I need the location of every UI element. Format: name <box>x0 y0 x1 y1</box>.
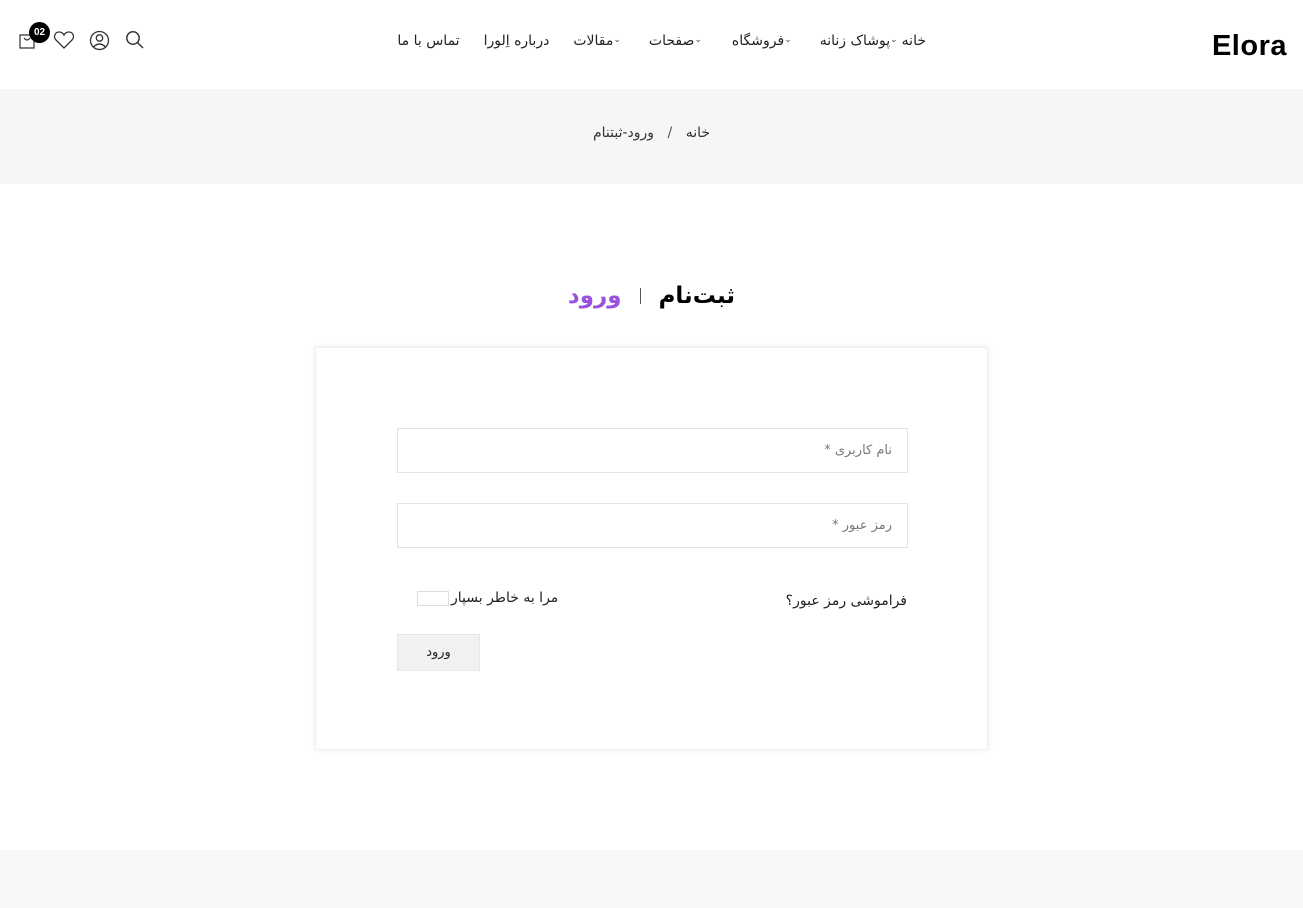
heart-icon <box>53 30 75 54</box>
forgot-password-link[interactable]: فراموشی رمز عبور؟ <box>786 593 907 609</box>
password-input[interactable] <box>398 504 907 547</box>
breadcrumb-home-link[interactable]: خانه <box>686 125 710 141</box>
breadcrumb: خانه / ورود-ثبتنام <box>0 125 1303 141</box>
nav-item-label: درباره اِلورا <box>483 33 550 49</box>
tab-register[interactable]: ثبت‌نام <box>641 281 754 311</box>
remember-me-checkbox[interactable] <box>417 590 449 606</box>
nav-item-about[interactable]: درباره اِلورا <box>484 30 550 52</box>
login-card: فراموشی رمز عبور؟ مرا به خاطر بسپار ورود <box>315 347 988 750</box>
nav-item-home[interactable]: خانه <box>902 30 926 52</box>
nav-item-articles[interactable]: مقالات ⌄ <box>573 30 625 52</box>
breadcrumb-separator: / <box>667 125 673 141</box>
breadcrumb-current: ورود-ثبتنام <box>592 125 655 141</box>
site-logo[interactable]: Elora <box>1212 30 1287 63</box>
nav-item-womens-clothing[interactable]: پوشاک زنانه ⌄ <box>820 30 902 52</box>
user-icon <box>89 30 110 55</box>
nav-item-pages[interactable]: صفحات ⌄ <box>649 30 706 52</box>
username-input[interactable] <box>398 429 907 472</box>
nav-item-label: پوشاک زنانه <box>819 33 891 49</box>
nav-item-label: صفحات <box>648 33 695 49</box>
site-header: Elora خانه پوشاک زنانه ⌄ فروشگاه ⌄ صفحات… <box>0 0 1303 89</box>
auth-tabs: ثبت‌نام ورود <box>0 281 1303 311</box>
tab-divider <box>639 288 641 304</box>
search-icon <box>125 30 145 54</box>
nav-item-contact[interactable]: تماس با ما <box>397 30 459 52</box>
login-submit-button[interactable]: ورود <box>397 634 480 671</box>
cart-count-badge: 02 <box>29 22 50 43</box>
password-field <box>397 503 908 548</box>
cart-button[interactable]: 02 <box>16 22 50 53</box>
chevron-down-icon: ⌄ <box>890 35 898 45</box>
nav-item-shop[interactable]: فروشگاه ⌄ <box>732 30 796 52</box>
footer-band <box>0 850 1303 908</box>
breadcrumb-band: خانه / ورود-ثبتنام <box>0 89 1303 184</box>
search-button[interactable] <box>124 31 146 53</box>
remember-me: مرا به خاطر بسپار <box>417 590 558 606</box>
username-field <box>397 428 908 473</box>
nav-item-label: تماس با ما <box>397 33 460 49</box>
chevron-down-icon: ⌄ <box>694 35 702 45</box>
wishlist-button[interactable] <box>53 31 75 53</box>
chevron-down-icon: ⌄ <box>613 35 621 45</box>
nav-item-label: فروشگاه <box>731 33 785 49</box>
remember-me-label[interactable]: مرا به خاطر بسپار <box>451 590 558 606</box>
account-button[interactable] <box>88 30 110 55</box>
tab-login[interactable]: ورود <box>550 281 640 311</box>
nav-item-label: مقالات <box>573 33 614 49</box>
nav-item-label: خانه <box>901 33 926 49</box>
main-nav: خانه پوشاک زنانه ⌄ فروشگاه ⌄ صفحات ⌄ مقا… <box>373 30 926 52</box>
header-icons: 02 <box>16 22 146 55</box>
chevron-down-icon: ⌄ <box>784 35 792 45</box>
